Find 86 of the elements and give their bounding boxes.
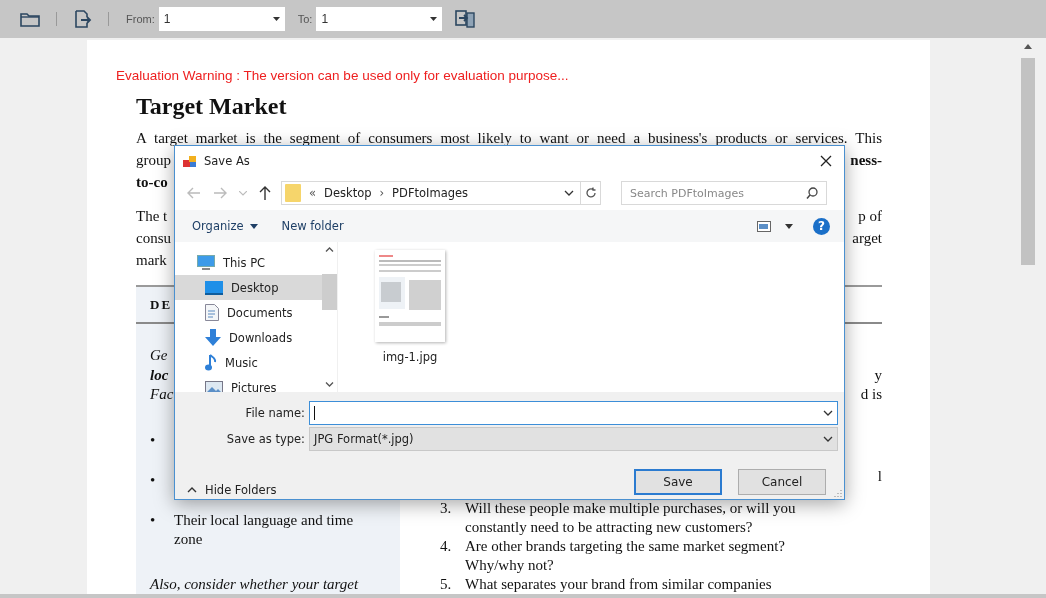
- up-arrow-icon[interactable]: [259, 186, 271, 200]
- resize-grip-icon[interactable]: [834, 489, 842, 497]
- scroll-down-icon[interactable]: [325, 382, 334, 387]
- list-number: 4.: [440, 537, 453, 556]
- paragraph-text: The t: [136, 207, 168, 226]
- help-button[interactable]: ?: [813, 217, 830, 235]
- file-name-field[interactable]: [309, 401, 838, 425]
- bullet-text: Their local language and time zone: [174, 510, 355, 549]
- search-field[interactable]: Search PDFtoImages: [621, 181, 827, 205]
- chevron-up-icon: [187, 487, 197, 493]
- paragraph-text: mark: [136, 251, 167, 270]
- paragraph-text: to-co: [136, 173, 168, 192]
- nav-item[interactable]: This PC: [175, 250, 322, 275]
- list-item-text: What separates your brand from similar companies: [465, 575, 773, 594]
- list-number: 3.: [440, 499, 453, 518]
- from-label: From:: [126, 13, 155, 25]
- caret-icon[interactable]: [785, 223, 793, 229]
- scroll-up-icon[interactable]: [1024, 44, 1032, 49]
- convert-icon[interactable]: [455, 10, 476, 28]
- paragraph-text: arget: [852, 229, 882, 248]
- table-text: d is: [860, 385, 882, 404]
- refresh-button[interactable]: [581, 181, 601, 205]
- cancel-button[interactable]: Cancel: [738, 469, 826, 495]
- folder-icon: [285, 184, 301, 202]
- music-note-icon: [205, 354, 217, 371]
- list-item-text: Are other brands targeting the same market segment? Why/why not?: [465, 537, 787, 575]
- table-text: y: [874, 365, 882, 385]
- download-arrow-icon: [205, 329, 221, 346]
- close-icon[interactable]: [820, 155, 832, 167]
- nav-item[interactable]: Downloads: [175, 325, 322, 350]
- bullet-marker: •: [150, 510, 157, 530]
- bullet-marker: •: [150, 470, 157, 490]
- nav-item[interactable]: Documents: [175, 300, 322, 325]
- app-icon: [183, 154, 197, 168]
- refresh-icon: [584, 187, 597, 199]
- nav-item[interactable]: Desktop: [175, 275, 322, 300]
- search-icon: [806, 187, 818, 199]
- scrollbar-thumb[interactable]: [1021, 58, 1035, 265]
- caret-icon: [272, 17, 280, 21]
- evaluation-warning: Evaluation Warning : The version can be used only for evaluation purpose...: [116, 68, 570, 84]
- organize-menu[interactable]: Organize: [192, 219, 244, 233]
- from-dropdown[interactable]: 1: [158, 7, 285, 31]
- scroll-up-icon[interactable]: [325, 247, 334, 252]
- table-text: Fac: [150, 385, 174, 404]
- paragraph-text: A target market is the segment of consumers most likely to want or need a business's products or services. This: [136, 129, 882, 148]
- document-heading: Target Market: [136, 92, 288, 120]
- to-label: To:: [297, 13, 313, 25]
- desktop-icon: [205, 280, 223, 295]
- bullet-marker: •: [150, 430, 157, 450]
- to-dropdown[interactable]: 1: [316, 7, 443, 31]
- breadcrumb-separator: «: [309, 186, 317, 200]
- chevron-down-icon[interactable]: [564, 190, 574, 196]
- paragraph-text: ness-: [850, 151, 882, 170]
- nav-item[interactable]: Music: [175, 350, 322, 375]
- breadcrumb-separator: ›: [379, 186, 385, 200]
- address-bar[interactable]: « Desktop › PDFtoImages: [281, 181, 581, 205]
- file-name[interactable]: img-1.jpg: [382, 350, 438, 364]
- paragraph-text: consu: [136, 229, 171, 248]
- table-text: Ge: [150, 346, 168, 365]
- list-item-text: Will these people make multiple purchases, or will you constantly need to be attracting new customers?: [465, 499, 797, 537]
- chevron-down-icon: [823, 410, 833, 416]
- new-folder-button[interactable]: New folder: [281, 219, 344, 233]
- caret-icon: [430, 17, 438, 21]
- field-label: Save as type:: [225, 432, 306, 446]
- breadcrumb-item[interactable]: Desktop: [324, 186, 372, 200]
- view-icon[interactable]: [757, 220, 771, 232]
- monitor-icon: [197, 255, 215, 270]
- table-text: loc: [150, 365, 169, 385]
- chevron-down-icon: [823, 436, 833, 442]
- scrollbar-thumb[interactable]: [322, 274, 337, 310]
- document-icon: [205, 304, 219, 321]
- folder-icon[interactable]: [20, 11, 40, 27]
- field-label: File name:: [244, 406, 306, 420]
- dialog-title: Save As: [204, 154, 250, 168]
- save-button[interactable]: Save: [634, 469, 722, 495]
- export-icon[interactable]: [74, 10, 92, 28]
- paragraph-text: group: [136, 151, 171, 170]
- table-text: l: [877, 466, 882, 486]
- caret-icon: [249, 223, 258, 229]
- breadcrumb-item[interactable]: PDFtoImages: [392, 186, 469, 200]
- text-cursor: [314, 406, 315, 420]
- list-number: 5.: [440, 575, 453, 594]
- file-type-dropdown[interactable]: JPG Format(*.jpg): [309, 427, 838, 451]
- table-text: Also, consider whether your target: [150, 574, 360, 594]
- hide-folders-button[interactable]: Hide Folders: [187, 483, 277, 497]
- paragraph-text: p of: [858, 207, 882, 226]
